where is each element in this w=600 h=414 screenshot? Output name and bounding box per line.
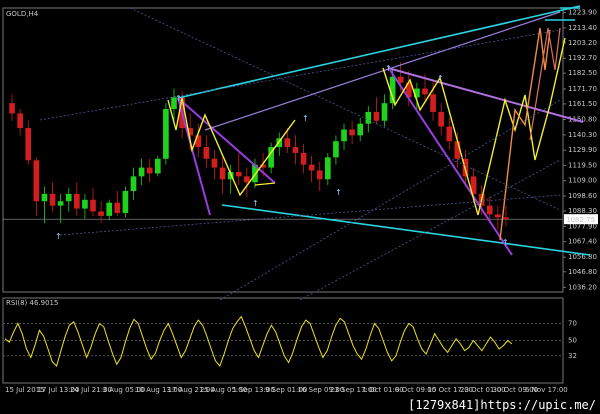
candle-body bbox=[300, 152, 307, 165]
candle-body bbox=[503, 217, 509, 219]
candle-body bbox=[341, 129, 347, 142]
rsi-tick-label: 32 bbox=[568, 352, 577, 360]
swing-marker: ↑ bbox=[252, 199, 259, 208]
price-tick-label: 1161.50 bbox=[568, 100, 597, 108]
price-tick-label: 1223.90 bbox=[568, 9, 597, 17]
candle-body bbox=[49, 193, 56, 206]
candle-body bbox=[98, 211, 104, 216]
rsi-title: RSI(8) 46.9015 bbox=[6, 299, 58, 307]
price-tick-label: 1046.80 bbox=[568, 268, 597, 276]
x-tick-label: 6 Nov 17:00 bbox=[525, 386, 568, 394]
candle-body bbox=[495, 214, 501, 218]
price-tick-label: 1192.70 bbox=[568, 54, 597, 62]
price-tick-label: 1098.60 bbox=[568, 192, 597, 200]
candle-body bbox=[41, 193, 48, 202]
candle-body bbox=[284, 138, 291, 148]
dotted-fan-line bbox=[39, 29, 561, 121]
price-tick-label: 1182.50 bbox=[568, 69, 597, 77]
candle-body bbox=[324, 157, 331, 180]
swing-marker: ↑ bbox=[335, 188, 342, 197]
candle-body bbox=[365, 111, 372, 124]
candle-body bbox=[17, 113, 23, 129]
price-tick-label: 1213.40 bbox=[568, 24, 597, 32]
candle-body bbox=[203, 147, 210, 159]
candle-body bbox=[146, 167, 153, 174]
candle-body bbox=[430, 94, 436, 112]
swing-marker: ↑ bbox=[385, 64, 392, 73]
price-tick-label: 1088.30 bbox=[568, 207, 597, 215]
candle-body bbox=[333, 141, 339, 158]
price-tick-label: 1171.70 bbox=[568, 85, 597, 93]
candle-body bbox=[244, 176, 250, 183]
candle-body bbox=[130, 176, 137, 191]
swing-marker: ↑ bbox=[175, 94, 182, 103]
candle-body bbox=[316, 170, 323, 180]
candle-body bbox=[446, 126, 453, 142]
candle-body bbox=[381, 103, 388, 121]
candle-body bbox=[486, 205, 493, 215]
chart-title: GOLD,H4 bbox=[6, 10, 39, 18]
swing-marker: ↑ bbox=[55, 232, 62, 241]
price-tick-label: 1119.50 bbox=[568, 161, 597, 169]
candle-body bbox=[349, 129, 355, 136]
candle-body bbox=[73, 193, 80, 209]
upper-trendline bbox=[177, 5, 581, 99]
candle-body bbox=[154, 158, 161, 174]
candle-body bbox=[373, 111, 380, 121]
candle-body bbox=[25, 128, 32, 161]
candle-body bbox=[292, 147, 299, 153]
candle-body bbox=[9, 103, 15, 114]
rsi-tick-label: 70 bbox=[568, 320, 577, 328]
chart-root: 1223.90 1213.40 1203.20 1192.70 1182.50 1171.… bbox=[2, 5, 598, 394]
swing-marker: ↑ bbox=[437, 74, 444, 83]
price-tick-label: 1203.20 bbox=[568, 39, 597, 47]
yellow-zigzag bbox=[167, 97, 296, 197]
swing-marker: ↑ bbox=[302, 114, 309, 123]
price-tick-label: 1109.00 bbox=[568, 177, 597, 185]
price-panel-frame bbox=[2, 7, 564, 293]
yellow-zigzag bbox=[254, 182, 276, 186]
candle-body bbox=[33, 160, 40, 202]
candle-body bbox=[90, 199, 96, 212]
candle-body bbox=[211, 158, 218, 168]
dotted-fan-line bbox=[129, 7, 561, 211]
candle-body bbox=[114, 202, 121, 213]
candle-body bbox=[308, 164, 315, 171]
price-tick-label: 1067.40 bbox=[568, 238, 597, 246]
price-tick-label: 1140.30 bbox=[568, 131, 597, 139]
candle-body bbox=[138, 167, 145, 177]
candle-body bbox=[219, 167, 226, 180]
rsi-line bbox=[4, 315, 513, 367]
current-price-label: 1082.75 bbox=[566, 216, 595, 224]
candle-body bbox=[422, 88, 428, 95]
candle-body bbox=[122, 190, 129, 213]
candle-body bbox=[57, 201, 64, 206]
rsi-tick-label: 50 bbox=[568, 337, 577, 345]
watermark: [1279x841]https://upic.me/ bbox=[406, 398, 598, 412]
candle-body bbox=[357, 123, 364, 136]
price-tick-label: 1036.20 bbox=[568, 283, 597, 291]
candle-body bbox=[235, 171, 242, 177]
candle-body bbox=[438, 111, 445, 127]
candle-body bbox=[82, 199, 88, 209]
dotted-fan-line bbox=[299, 159, 561, 301]
candle-body bbox=[65, 193, 72, 202]
lower-trendline bbox=[221, 204, 591, 256]
dotted-fan-line bbox=[219, 99, 561, 301]
candle-body bbox=[163, 109, 169, 159]
price-tick-label: 1129.90 bbox=[568, 146, 597, 154]
purple-leg bbox=[177, 97, 276, 184]
candle-body bbox=[106, 202, 113, 216]
swing-marker: ↑ bbox=[502, 238, 509, 247]
